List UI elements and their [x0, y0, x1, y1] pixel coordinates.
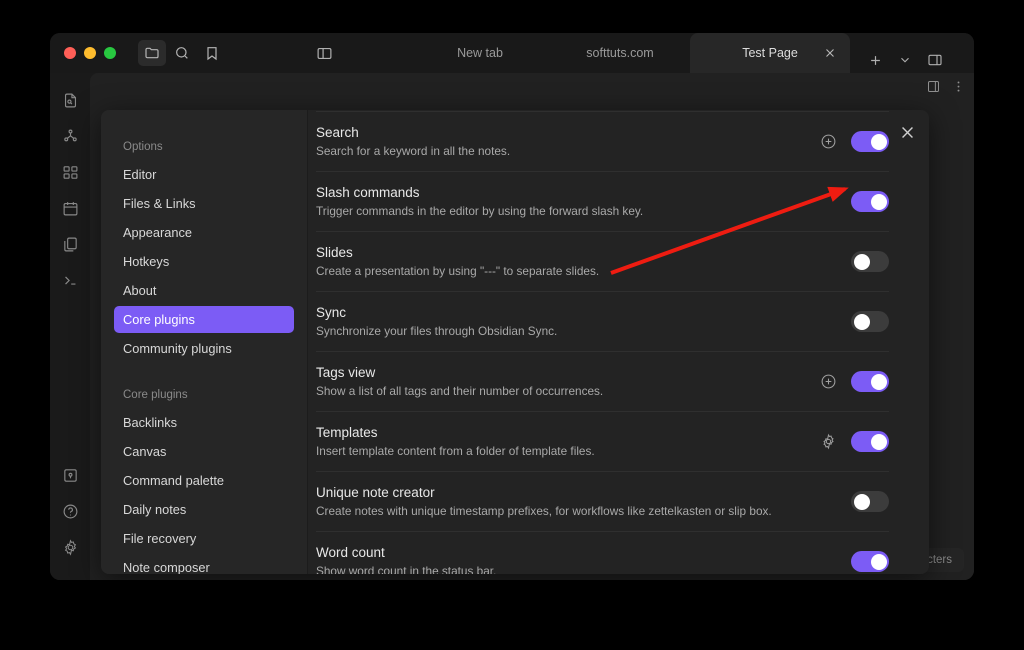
- sidebar-item-command-palette[interactable]: Command palette: [114, 467, 294, 494]
- maximize-window-button[interactable]: [104, 47, 116, 59]
- gear-icon[interactable]: [820, 433, 837, 450]
- tab-actions: [862, 47, 948, 73]
- window-controls: [64, 47, 116, 59]
- tab-new-tab[interactable]: New tab: [410, 33, 550, 73]
- graph-view-icon[interactable]: [56, 121, 84, 151]
- settings-modal: Options Editor Files & Links Appearance …: [101, 110, 929, 574]
- tab-test-page[interactable]: Test Page: [690, 33, 850, 73]
- sidebar-item-editor[interactable]: Editor: [114, 161, 294, 188]
- plugin-row: Word count Show word count in the status…: [316, 532, 889, 574]
- sidebar-item-file-recovery[interactable]: File recovery: [114, 525, 294, 552]
- app-window: New tab softtuts.com Test Page Options E…: [50, 33, 974, 580]
- plugin-name: Unique note creator: [316, 485, 435, 500]
- sidebar-item-hotkeys[interactable]: Hotkeys: [114, 248, 294, 275]
- plugin-toggle[interactable]: [851, 311, 889, 332]
- sidebar-item-core-plugins[interactable]: Core plugins: [114, 306, 294, 333]
- close-icon[interactable]: [895, 120, 919, 144]
- close-window-button[interactable]: [64, 47, 76, 59]
- plugin-row: Templates Insert template content from a…: [316, 412, 889, 472]
- plugin-toggle[interactable]: [851, 431, 889, 452]
- sidebar-item-community-plugins[interactable]: Community plugins: [114, 335, 294, 362]
- folder-icon[interactable]: [138, 40, 166, 66]
- plugin-row: Sync Synchronize your files through Obsi…: [316, 292, 889, 352]
- toggle-right-sidebar-button[interactable]: [922, 47, 948, 73]
- rail-bottom-group: [56, 460, 84, 580]
- help-icon[interactable]: [56, 496, 84, 526]
- plus-circle-icon[interactable]: [820, 373, 837, 390]
- new-tab-button[interactable]: [862, 47, 888, 73]
- sidebar-item-note-composer[interactable]: Note composer: [114, 554, 294, 574]
- plus-circle-icon[interactable]: [820, 133, 837, 150]
- sidebar-item-daily-notes[interactable]: Daily notes: [114, 496, 294, 523]
- settings-icon[interactable]: [56, 532, 84, 562]
- settings-sidebar: Options Editor Files & Links Appearance …: [101, 110, 308, 574]
- left-icon-rail: [50, 73, 90, 580]
- options-header: Options: [123, 141, 163, 153]
- plugin-row: Unique note creator Create notes with un…: [316, 472, 889, 532]
- toggle-left-sidebar-button[interactable]: [316, 45, 333, 62]
- plugin-row: Tags view Show a list of all tags and th…: [316, 352, 889, 412]
- sidebar-item-backlinks[interactable]: Backlinks: [114, 409, 294, 436]
- note-sidebar-toggle-icon[interactable]: [926, 79, 941, 99]
- calendar-icon[interactable]: [56, 193, 84, 223]
- plugin-toggle[interactable]: [851, 491, 889, 512]
- files-icon[interactable]: [56, 229, 84, 259]
- tab-softtuts[interactable]: softtuts.com: [550, 33, 690, 73]
- plugin-toggle[interactable]: [851, 251, 889, 272]
- plugin-row: Search Search for a keyword in all the n…: [316, 112, 889, 172]
- plugin-name: Slides: [316, 245, 353, 260]
- chevron-down-icon[interactable]: [892, 47, 918, 73]
- plugin-description: Show a list of all tags and their number…: [316, 384, 604, 398]
- app-body: 0 backlinks 0 words 0 characters Options…: [50, 73, 974, 580]
- plugin-name: Templates: [316, 425, 378, 440]
- toolbar-icons: [138, 40, 226, 66]
- plugin-row: Slides Create a presentation by using "-…: [316, 232, 889, 292]
- minimize-window-button[interactable]: [84, 47, 96, 59]
- plugin-description: Synchronize your files through Obsidian …: [316, 324, 558, 338]
- plugin-name: Sync: [316, 305, 347, 320]
- plugin-toggle[interactable]: [851, 371, 889, 392]
- plugin-name: Slash commands: [316, 185, 420, 200]
- titlebar: New tab softtuts.com Test Page: [50, 33, 974, 73]
- sidebar-item-files-links[interactable]: Files & Links: [114, 190, 294, 217]
- plugin-name: Search: [316, 125, 359, 140]
- search-icon[interactable]: [168, 40, 196, 66]
- close-icon[interactable]: [822, 45, 838, 61]
- settings-content: Open a random note to rediscover or revi…: [308, 110, 929, 574]
- canvas-icon[interactable]: [56, 157, 84, 187]
- plugin-toggle[interactable]: [851, 191, 889, 212]
- tab-label: Test Page: [742, 46, 798, 60]
- plugin-name: Word count: [316, 545, 385, 560]
- core-plugins-header: Core plugins: [123, 389, 188, 401]
- plugin-name: Tags view: [316, 365, 376, 380]
- file-search-icon[interactable]: [56, 85, 84, 115]
- plugin-row: Slash commands Trigger commands in the e…: [316, 172, 889, 232]
- plugin-toggle[interactable]: [851, 131, 889, 152]
- sidebar-item-appearance[interactable]: Appearance: [114, 219, 294, 246]
- terminal-icon[interactable]: [56, 265, 84, 295]
- tab-label: New tab: [457, 46, 503, 60]
- vault-icon[interactable]: [56, 460, 84, 490]
- more-options-icon[interactable]: [951, 79, 966, 99]
- plugin-toggle[interactable]: [851, 551, 889, 572]
- note-topbar: [926, 79, 966, 99]
- bookmark-icon[interactable]: [198, 40, 226, 66]
- plugin-list: Open a random note to rediscover or revi…: [308, 110, 929, 574]
- plugin-description: Show word count in the status bar.: [316, 564, 497, 574]
- plugin-description: Create notes with unique timestamp prefi…: [316, 504, 772, 518]
- tab-label: softtuts.com: [586, 46, 654, 60]
- plugin-description: Create a presentation by using "---" to …: [316, 264, 600, 278]
- plugin-description: Insert template content from a folder of…: [316, 444, 595, 458]
- sidebar-item-canvas[interactable]: Canvas: [114, 438, 294, 465]
- plugin-description: Trigger commands in the editor by using …: [316, 204, 644, 218]
- plugin-description: Search for a keyword in all the notes.: [316, 144, 511, 158]
- sidebar-item-about[interactable]: About: [114, 277, 294, 304]
- tab-bar: New tab softtuts.com Test Page: [410, 33, 948, 73]
